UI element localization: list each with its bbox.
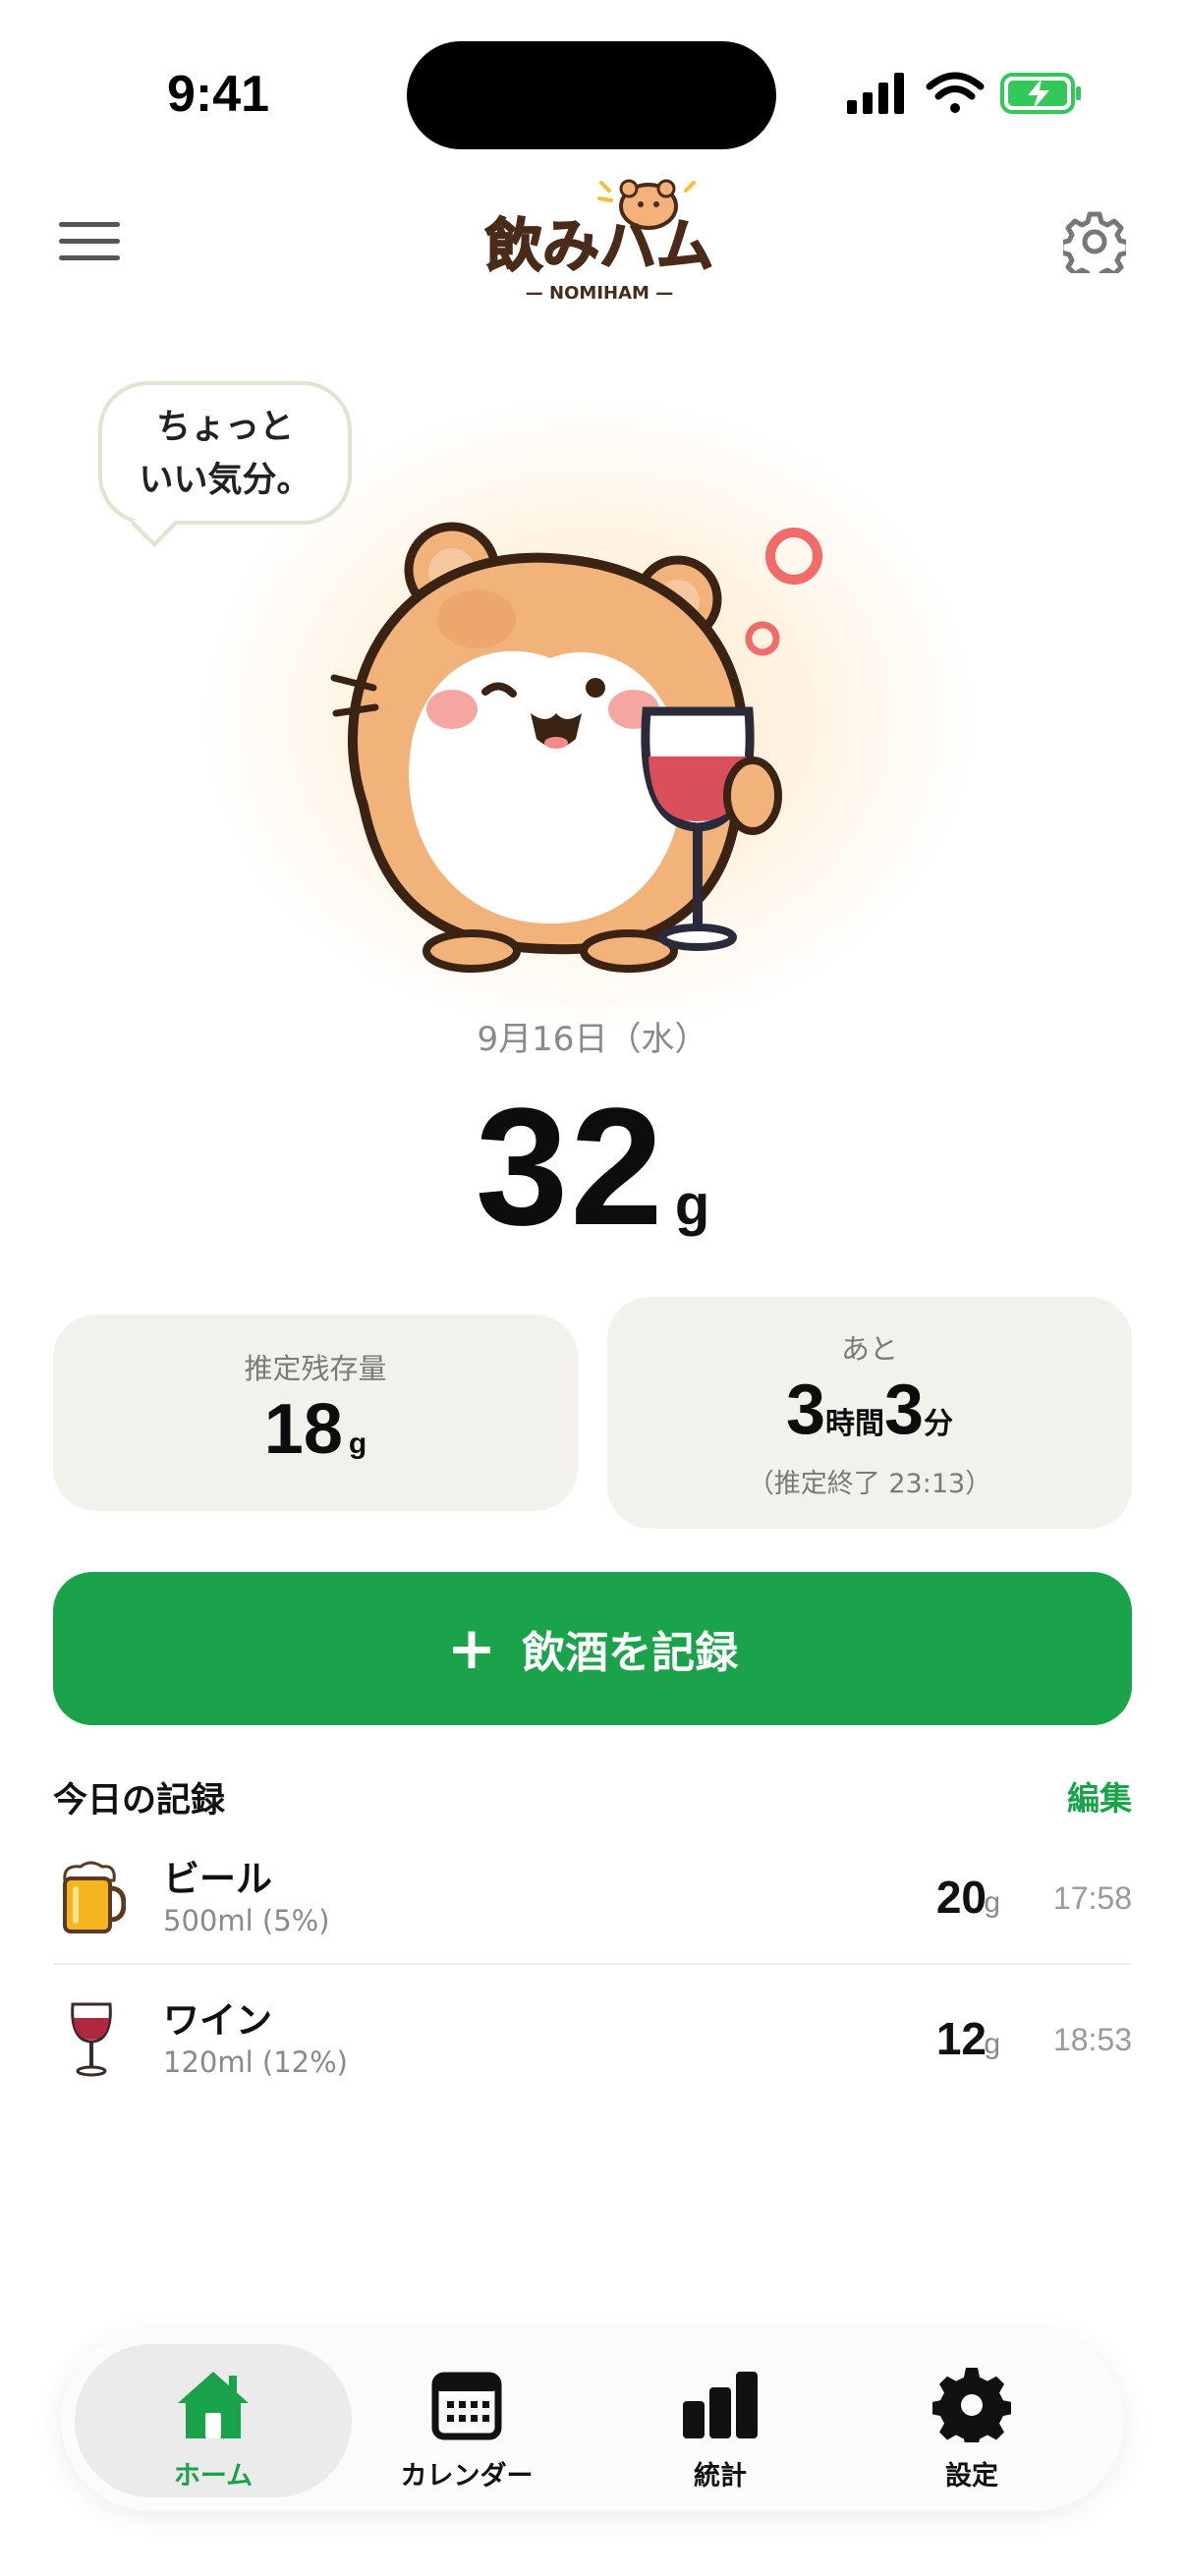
tab-stats-label: 統計: [694, 2461, 747, 2492]
time-left-value: 3時間3分: [785, 1371, 954, 1449]
record-detail: 120ml (12%): [163, 2045, 348, 2079]
status-icons: [847, 72, 1081, 114]
record-grams: 12: [935, 2013, 987, 2064]
record-drink-label: 飲酒を記録: [522, 1628, 739, 1678]
record-time: 18:53: [1052, 2022, 1132, 2057]
bar-chart-icon: [683, 2372, 758, 2438]
gear-icon: [932, 2368, 1011, 2442]
time-left-card: あと 3時間3分 （推定終了 23:13）: [607, 1297, 1132, 1529]
tab-bar: ホーム カレンダー 統計 設定: [61, 2330, 1124, 2511]
record-grams: 20: [935, 1872, 987, 1923]
hamburger-icon: [59, 222, 120, 227]
total-alcohol-value: 32: [475, 1074, 665, 1260]
record-detail: 500ml (5%): [163, 1904, 330, 1937]
record-grams-unit: g: [984, 1886, 1000, 1919]
settings-gear-button[interactable]: [1063, 210, 1126, 273]
app-logo: 飲みハム — NOMIHAM —: [484, 179, 714, 304]
total-alcohol-unit: g: [674, 1173, 710, 1237]
wine-glass-icon: [71, 2002, 112, 2077]
tab-stats[interactable]: 統計: [582, 2344, 859, 2497]
home-icon: [178, 2372, 249, 2438]
cellular-signal-icon: [847, 73, 904, 114]
tab-calendar-label: カレンダー: [400, 2461, 534, 2492]
record-name: ビール: [163, 1858, 272, 1900]
tab-calendar[interactable]: カレンダー: [328, 2344, 605, 2497]
tab-settings-label: 設定: [945, 2461, 998, 2492]
battery-charging-icon: [1000, 73, 1081, 114]
today-records-title: 今日の記録: [53, 1781, 226, 1820]
edit-records-button[interactable]: 編集: [1067, 1772, 1132, 1820]
record-row[interactable]: ビール 500ml (5%) 20 g 17:58: [53, 1827, 1132, 1965]
current-date: 9月16日（水）: [477, 1020, 708, 1059]
calendar-icon: [431, 2372, 502, 2440]
total-alcohol: 32 g: [0, 1071, 1185, 1263]
tab-home[interactable]: ホーム: [75, 2344, 352, 2497]
tab-settings[interactable]: 設定: [833, 2344, 1110, 2497]
svg-text:飲みハム: 飲みハム: [485, 212, 713, 279]
menu-button[interactable]: [59, 222, 120, 261]
record-name: ワイン: [163, 1999, 272, 2042]
plus-icon: +: [446, 1614, 497, 1683]
time-left-label: あと: [840, 1332, 898, 1366]
beer-mug-icon: [63, 1861, 126, 1933]
svg-text:— NOMIHAM —: — NOMIHAM —: [526, 283, 673, 304]
estimated-end-time: （推定終了 23:13）: [747, 1469, 992, 1499]
remaining-value: 18 g: [263, 1390, 367, 1469]
remaining-card: 推定残存量 18 g: [53, 1315, 578, 1511]
hamster-mascot: [330, 522, 822, 973]
remaining-label: 推定残存量: [244, 1352, 387, 1385]
record-time: 17:58: [1052, 1880, 1132, 1916]
wifi-icon: [926, 72, 985, 113]
speech-text: ちょっと いい気分。: [139, 408, 311, 500]
record-drink-button[interactable]: + 飲酒を記録: [53, 1572, 1132, 1725]
gear-outline-icon: [1063, 211, 1126, 273]
record-grams-unit: g: [984, 2028, 1000, 2060]
tab-home-label: ホーム: [173, 2461, 254, 2492]
dynamic-island: [407, 41, 776, 149]
record-row[interactable]: ワイン 120ml (12%) 12 g 18:53: [53, 1969, 1132, 2106]
status-time: 9:41: [167, 66, 270, 123]
